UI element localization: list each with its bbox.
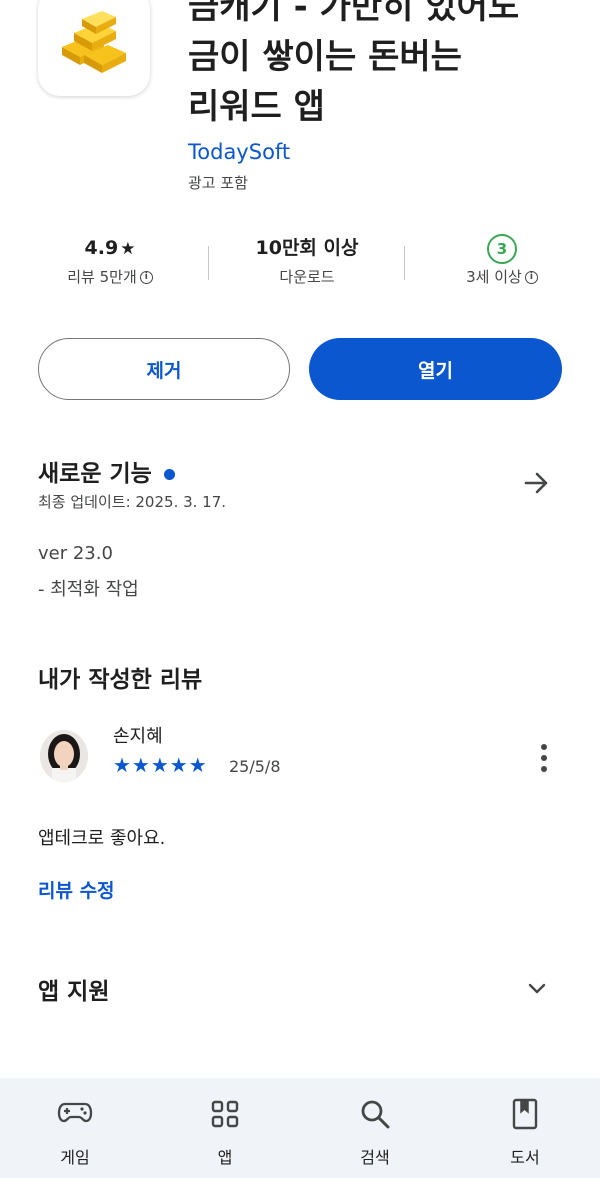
open-button[interactable]: 열기 [309, 338, 562, 400]
star-icon: ★ [120, 239, 136, 259]
version-text: ver 23.0 [38, 543, 113, 564]
developer-link[interactable]: TodaySoft [188, 140, 290, 164]
new-indicator-dot [163, 469, 175, 480]
app-title-line-1: 금캐기 - 가만히 있어도 [188, 0, 520, 27]
book-icon [512, 1098, 538, 1130]
app-title-line-3: 리워드 앱 [188, 87, 325, 127]
age-rating-label: 3세 이상 [466, 268, 522, 286]
uninstall-button[interactable]: 제거 [38, 338, 290, 400]
nav-label: 앱 [217, 1148, 233, 1167]
app-support-title[interactable]: 앱 지원 [38, 972, 110, 1006]
age-rating-stat[interactable]: 3 3세 이상 i [402, 232, 600, 287]
whats-new-title: 새로운 기능 [38, 461, 152, 487]
review-count: 리뷰 5만개 [67, 268, 137, 286]
whats-new-header[interactable]: 새로운 기능 [38, 454, 175, 488]
nav-label: 게임 [60, 1148, 90, 1167]
rating-value: 4.9 [84, 237, 119, 259]
more-options-icon[interactable] [534, 744, 554, 774]
nav-label: 검색 [360, 1148, 390, 1167]
gamepad-icon [57, 1102, 93, 1123]
info-icon: i [524, 271, 538, 284]
chevron-down-icon[interactable] [526, 978, 548, 1000]
review-text: 앱테크로 좋아요. [38, 828, 166, 849]
arrow-right-icon[interactable] [522, 468, 552, 498]
rating-stat[interactable]: 4.9 ★ 리뷰 5만개 i [10, 232, 210, 287]
gold-bars-icon [62, 11, 126, 73]
bottom-navigation: 게임 앱 검색 도서 [0, 1078, 600, 1178]
nav-apps[interactable]: 앱 [150, 1078, 300, 1178]
nav-games[interactable]: 게임 [0, 1078, 150, 1178]
app-title-line-2: 금이 쌓이는 돈버는 [188, 37, 462, 77]
my-review-title: 내가 작성한 리뷰 [38, 667, 203, 693]
review-stars: ★★★★★ [113, 753, 208, 777]
edit-review-link[interactable]: 리뷰 수정 [38, 876, 115, 903]
downloads-stat: 10만회 이상 다운로드 [207, 232, 407, 287]
downloads-value: 10만회 이상 [255, 237, 359, 259]
last-updated: 최종 업데이트: 2025. 3. 17. [38, 493, 227, 511]
app-title: 금캐기 - 가만히 있어도 금이 쌓이는 돈버는 리워드 앱 [188, 0, 588, 132]
review-date: 25/5/8 [229, 757, 281, 776]
nav-label: 도서 [510, 1148, 540, 1167]
apps-grid-icon [211, 1100, 239, 1128]
release-notes: - 최적화 작업 [38, 579, 139, 600]
avatar [40, 730, 88, 782]
nav-books[interactable]: 도서 [450, 1078, 600, 1178]
age-rating-badge: 3 [487, 233, 517, 264]
stats-row: 4.9 ★ 리뷰 5만개 i 10만회 이상 다운로드 3 3세 이상 i [0, 232, 600, 302]
search-icon [361, 1100, 390, 1129]
downloads-label: 다운로드 [279, 268, 335, 286]
nav-search[interactable]: 검색 [300, 1078, 450, 1178]
info-icon: i [139, 271, 153, 284]
app-icon [38, 0, 150, 96]
contains-ads-label: 광고 포함 [188, 174, 248, 192]
reviewer-name: 손지혜 [113, 726, 163, 747]
